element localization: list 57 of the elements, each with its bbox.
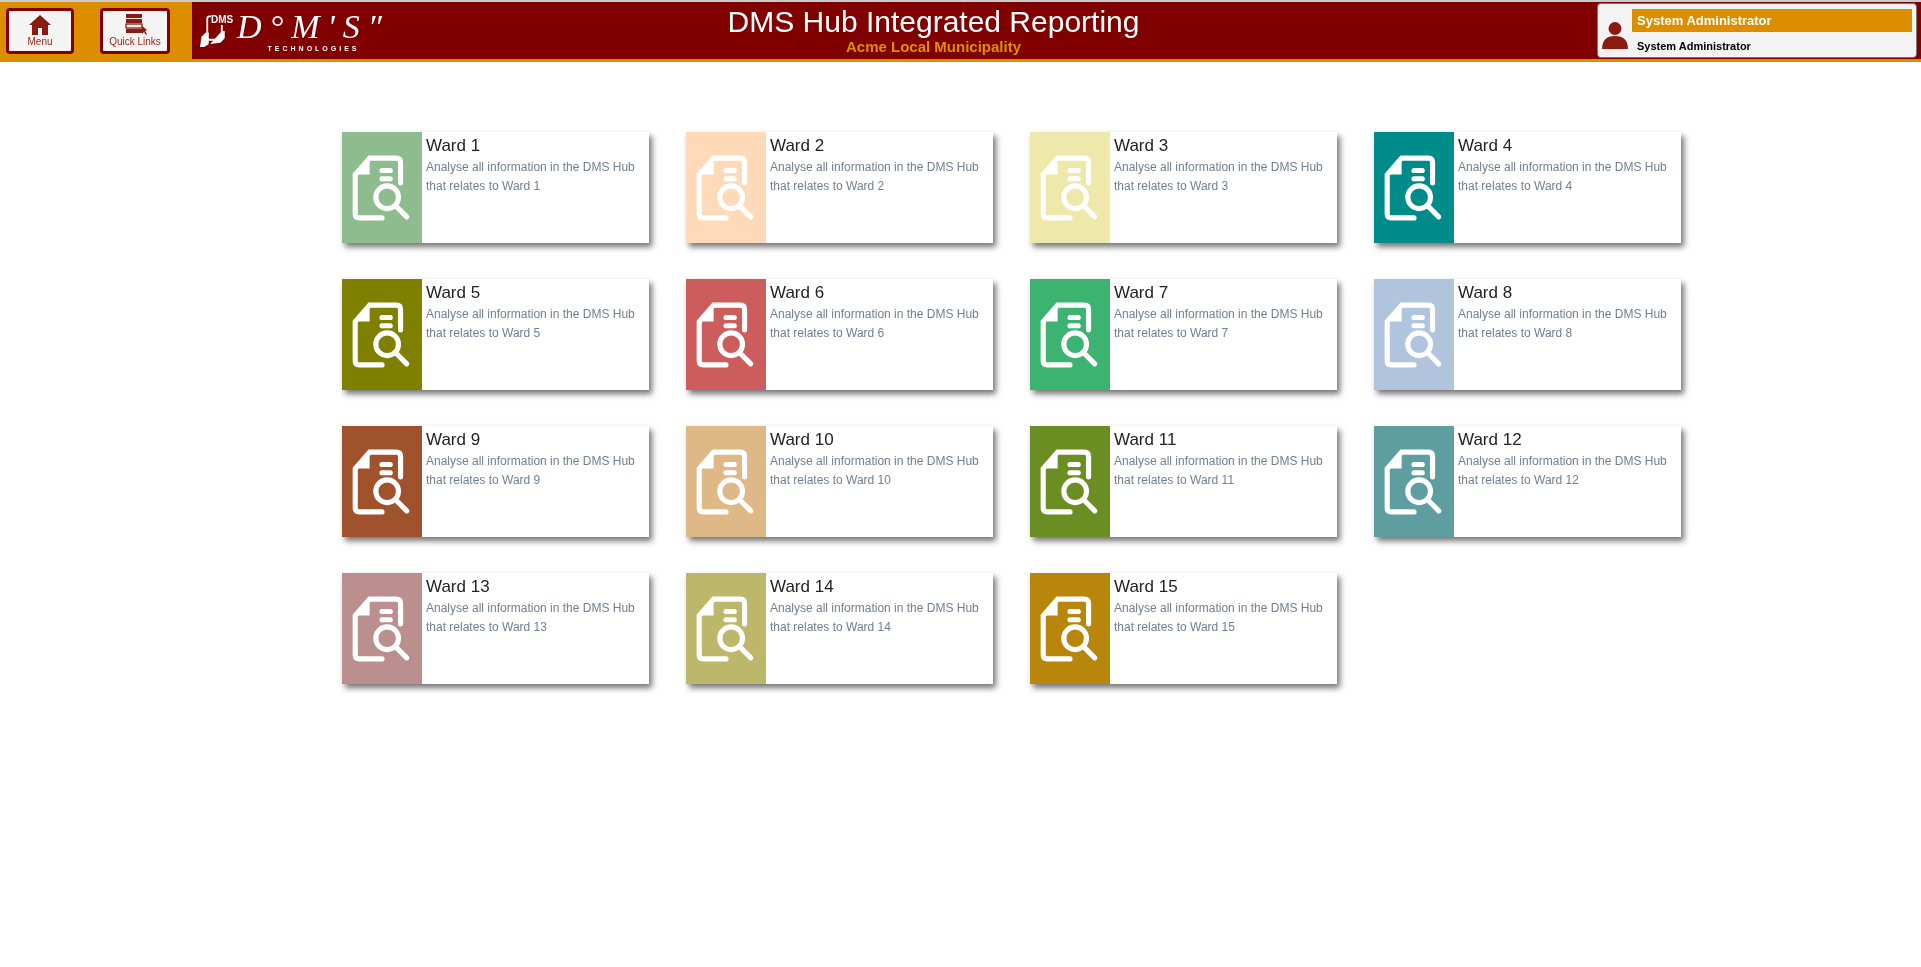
home-icon <box>28 14 52 36</box>
menu-button[interactable]: Menu <box>6 7 74 54</box>
card-title: Ward 3 <box>1114 136 1170 156</box>
municipality-name: Acme Local Municipality <box>845 38 1021 55</box>
ward-card[interactable]: Ward 8 Analyse all information in the DMS Hub that relates to Ward 8 <box>1374 279 1681 390</box>
card-title: Ward 2 <box>770 136 826 156</box>
card-title: Ward 1 <box>426 136 482 156</box>
ward-card[interactable]: Ward 2 Analyse all information in the DMS Hub that relates to Ward 2 <box>686 132 993 243</box>
card-description: Analyse all information in the DMS Hub that relates to Ward 12 <box>1458 453 1668 489</box>
card-description: Analyse all information in the DMS Hub that relates to Ward 10 <box>770 453 980 489</box>
logo-wordmark: D°M'S″ <box>237 9 390 45</box>
card-title: Ward 11 <box>1114 430 1178 450</box>
user-role: System Administrator <box>1636 40 1752 52</box>
card-description: Analyse all information in the DMS Hub that relates to Ward 9 <box>426 453 636 489</box>
card-description: Analyse all information in the DMS Hub that relates to Ward 15 <box>1114 600 1324 636</box>
list-icon <box>123 14 147 36</box>
card-title: Ward 15 <box>1114 577 1179 597</box>
ward-card[interactable]: Ward 14 Analyse all information in the DMS Hub that relates to Ward 14 <box>686 573 993 684</box>
quick-links-button[interactable]: Quick Links <box>100 7 170 54</box>
ward-card[interactable]: Ward 1 Analyse all information in the DMS Hub that relates to Ward 1 <box>342 132 649 243</box>
card-description: Analyse all information in the DMS Hub that relates to Ward 11 <box>1114 453 1324 489</box>
ward-card[interactable]: Ward 4 Analyse all information in the DMS Hub that relates to Ward 4 <box>1374 132 1681 243</box>
card-title: Ward 14 <box>770 577 835 597</box>
card-title: Ward 9 <box>426 430 482 450</box>
card-description: Analyse all information in the DMS Hub that relates to Ward 5 <box>426 306 636 342</box>
ward-card[interactable]: Ward 15 Analyse all information in the DMS Hub that relates to Ward 15 <box>1030 573 1337 684</box>
card-description: Analyse all information in the DMS Hub that relates to Ward 4 <box>1458 159 1668 195</box>
card-title: Ward 10 <box>770 430 835 450</box>
ward-card[interactable]: Ward 10 Analyse all information in the DMS Hub that relates to Ward 10 <box>686 426 993 537</box>
ward-card[interactable]: Ward 13 Analyse all information in the DMS Hub that relates to Ward 13 <box>342 573 649 684</box>
card-title: Ward 6 <box>770 283 826 303</box>
ward-card[interactable]: Ward 5 Analyse all information in the DMS Hub that relates to Ward 5 <box>342 279 649 390</box>
card-description: Analyse all information in the DMS Hub that relates to Ward 3 <box>1114 159 1324 195</box>
card-description: Analyse all information in the DMS Hub that relates to Ward 7 <box>1114 306 1324 342</box>
logo-screen-text: DMS <box>211 14 234 25</box>
card-title: Ward 7 <box>1114 283 1170 303</box>
card-title: Ward 12 <box>1458 430 1523 450</box>
card-title: Ward 13 <box>426 577 491 597</box>
card-title: Ward 5 <box>426 283 482 303</box>
ward-card[interactable]: Ward 6 Analyse all information in the DMS Hub that relates to Ward 6 <box>686 279 993 390</box>
card-title: Ward 8 <box>1458 283 1514 303</box>
card-description: Analyse all information in the DMS Hub that relates to Ward 14 <box>770 600 980 636</box>
ward-card[interactable]: Ward 3 Analyse all information in the DMS Hub that relates to Ward 3 <box>1030 132 1337 243</box>
card-title: Ward 4 <box>1458 136 1514 156</box>
user-panel[interactable]: System Administrator System Administrator <box>1597 3 1917 58</box>
ward-card[interactable]: Ward 9 Analyse all information in the DMS Hub that relates to Ward 9 <box>342 426 649 537</box>
ward-card[interactable]: Ward 11 Analyse all information in the DMS Hub that relates to Ward 11 <box>1030 426 1337 537</box>
card-description: Analyse all information in the DMS Hub that relates to Ward 2 <box>770 159 980 195</box>
user-avatar-icon <box>1602 21 1628 49</box>
user-name: System Administrator <box>1632 9 1912 32</box>
ward-card[interactable]: Ward 12 Analyse all information in the DMS Hub that relates to Ward 12 <box>1374 426 1681 537</box>
page-title: DMS Hub Integrated Reporting <box>727 6 1140 38</box>
ward-card[interactable]: Ward 7 Analyse all information in the DMS Hub that relates to Ward 7 <box>1030 279 1337 390</box>
card-description: Analyse all information in the DMS Hub that relates to Ward 1 <box>426 159 636 195</box>
card-description: Analyse all information in the DMS Hub that relates to Ward 13 <box>426 600 636 636</box>
card-description: Analyse all information in the DMS Hub that relates to Ward 6 <box>770 306 980 342</box>
card-description: Analyse all information in the DMS Hub that relates to Ward 8 <box>1458 306 1668 342</box>
